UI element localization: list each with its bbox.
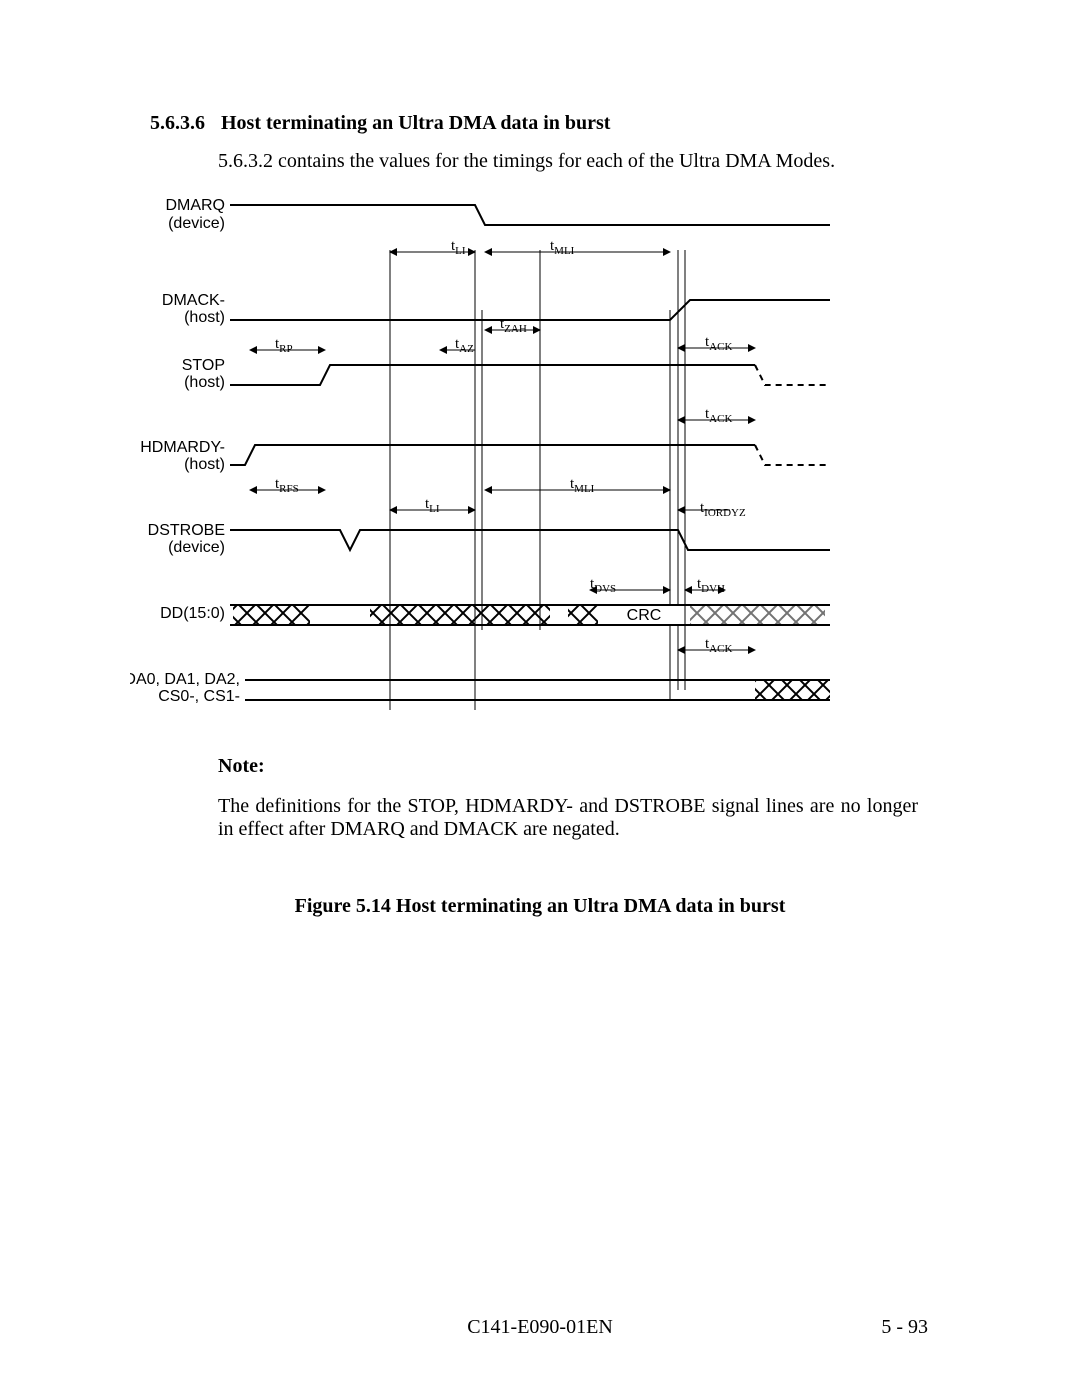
- signal-dmarq-name: DMARQ: [165, 197, 225, 214]
- timing-tmli-lower: tMLI: [570, 476, 595, 495]
- crc-label: CRC: [627, 607, 662, 624]
- timing-tdvs: tDVS: [590, 576, 616, 595]
- timing-tzah: tZAH: [500, 316, 527, 335]
- timing-tack-3: tACK: [705, 636, 732, 655]
- timing-trfs: tRFS: [275, 476, 299, 495]
- note-body: The definitions for the STOP, HDMARDY- a…: [218, 795, 918, 841]
- signal-dmack-origin: (host): [184, 309, 225, 326]
- timing-tack-1: tACK: [705, 334, 732, 353]
- timing-tack-2: tACK: [705, 406, 732, 425]
- signal-hdmardy-origin: (host): [184, 456, 225, 473]
- section-title: Host terminating an Ultra DMA data in bu…: [221, 112, 610, 134]
- timing-trp: tRP: [275, 336, 293, 355]
- signal-stop-name: STOP: [182, 357, 225, 374]
- intro-text: 5.6.3.2 contains the values for the timi…: [218, 150, 835, 173]
- section-heading: 5.6.3.6 Host terminating an Ultra DMA da…: [150, 112, 610, 135]
- footer-page-number: 5 - 93: [881, 1316, 928, 1339]
- signal-dd-name: DD(15:0): [160, 605, 225, 622]
- signal-dstrobe-name: DSTROBE: [148, 522, 225, 539]
- timing-tli-lower: tLI: [425, 496, 440, 515]
- timing-tdvh: tDVH: [697, 576, 725, 595]
- timing-taz: tAZ: [455, 336, 474, 355]
- signal-addr-line1: DA0, DA1, DA2,: [130, 671, 240, 688]
- timing-tiordyz: tIORDYZ: [700, 500, 746, 519]
- timing-tli-upper: tLI: [451, 238, 466, 257]
- signal-dmarq-origin: (device): [168, 215, 225, 232]
- signal-addr-line2: CS0-, CS1-: [158, 688, 240, 705]
- signal-dmack-name: DMACK-: [162, 292, 225, 309]
- page: 5.6.3.6 Host terminating an Ultra DMA da…: [0, 0, 1080, 1397]
- signal-stop-origin: (host): [184, 374, 225, 391]
- signal-dstrobe-origin: (device): [168, 539, 225, 556]
- signal-hdmardy-name: HDMARDY-: [140, 439, 225, 456]
- figure-caption: Figure 5.14 Host terminating an Ultra DM…: [0, 895, 1080, 918]
- section-number: 5.6.3.6: [150, 112, 216, 135]
- timing-diagram: DMARQ (device) tLI tMLI DMACK- (host) tZ…: [130, 190, 930, 730]
- timing-tmli-upper: tMLI: [550, 238, 575, 257]
- note-heading: Note:: [218, 755, 265, 778]
